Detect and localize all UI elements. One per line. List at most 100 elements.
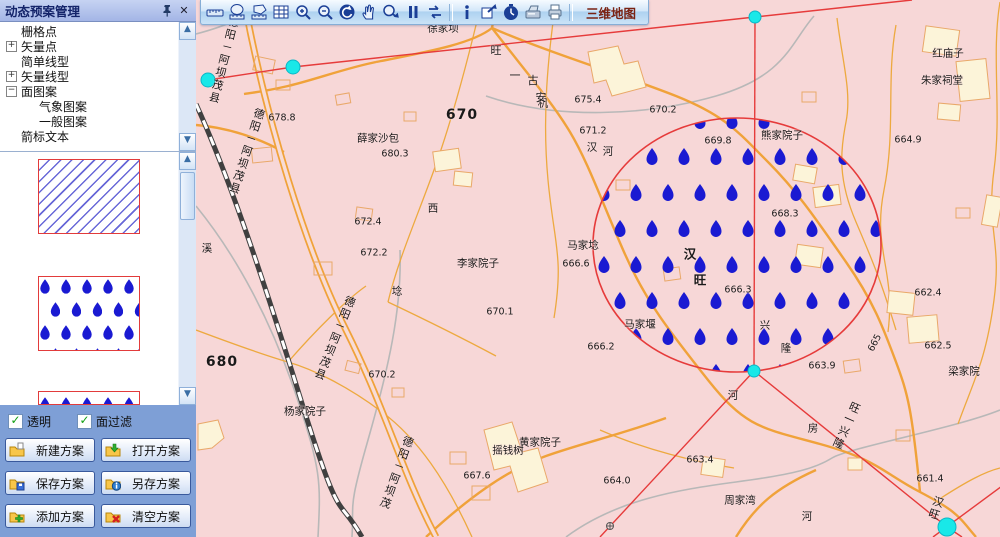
plan-button-另存方案[interactable]: 另存方案 — [101, 471, 191, 495]
panel-title: 动态预案管理 — [5, 1, 157, 20]
hatch-pattern-swatch[interactable] — [38, 159, 140, 234]
pause-button[interactable] — [403, 3, 424, 22]
folder-save-icon — [9, 475, 25, 491]
pan-hand-icon — [360, 3, 378, 21]
scanner-button[interactable] — [523, 3, 544, 22]
folder-saveas-icon — [105, 475, 121, 491]
zoom-out-button[interactable] — [315, 3, 336, 22]
tree-scrollbar[interactable]: ▲ ▼ — [178, 22, 196, 151]
previous-view-icon — [338, 3, 356, 21]
scroll-thumb[interactable] — [180, 172, 195, 220]
scroll-down-icon[interactable]: ▼ — [179, 387, 196, 405]
pan-hand-button[interactable] — [359, 3, 380, 22]
folder-clear-icon — [105, 508, 121, 524]
pattern-list — [0, 152, 178, 405]
toolbar-separator — [569, 4, 573, 21]
folder-add-icon — [9, 508, 25, 524]
checkbox-box[interactable]: ✓ — [8, 414, 23, 429]
checkbox-label: 透明 — [27, 413, 51, 430]
expand-icon[interactable]: + — [6, 41, 17, 52]
timer-button[interactable] — [501, 3, 522, 22]
collapse-icon[interactable]: − — [6, 86, 17, 97]
measure-ellipse-button[interactable] — [227, 3, 248, 22]
info-icon — [458, 3, 476, 21]
clipped-pattern-swatch[interactable] — [38, 391, 140, 405]
checkbox-box[interactable]: ✓ — [77, 414, 92, 429]
measure-ellipse-icon — [228, 3, 246, 21]
raindrop-pattern-swatch[interactable] — [38, 276, 140, 351]
plan-button-label: 新建方案 — [28, 442, 92, 459]
tree-item-简单线型[interactable]: 简单线型 — [6, 54, 178, 69]
map-canvas[interactable] — [196, 0, 1000, 537]
raindrop-preview — [39, 277, 139, 350]
scanner-icon — [524, 3, 542, 21]
scroll-down-icon[interactable]: ▼ — [179, 133, 196, 151]
tree-item-气象图案[interactable]: 气象图案 — [6, 99, 178, 114]
pause-icon — [404, 3, 422, 21]
zoom-in-icon — [294, 3, 312, 21]
expand-icon[interactable]: + — [6, 71, 17, 82]
printer-button[interactable] — [545, 3, 566, 22]
plan-button-清空方案[interactable]: 清空方案 — [101, 504, 191, 528]
tree-item-矢量点[interactable]: +矢量点 — [6, 39, 178, 54]
plan-button-label: 清空方案 — [124, 508, 188, 525]
application-window: 动态预案管理 ✕ 栅格点+矢量点简单线型+矢量线型−面图案气象图案一般图案箭标文… — [0, 0, 1000, 537]
zoom-select-button[interactable] — [381, 3, 402, 22]
checkbox-透明[interactable]: ✓ 透明 — [8, 413, 51, 430]
plan-button-保存方案[interactable]: 保存方案 — [5, 471, 95, 495]
junction-symbol — [607, 523, 614, 530]
scroll-track[interactable] — [179, 170, 196, 387]
option-checkboxes: ✓ 透明 ✓ 面过滤 — [4, 411, 192, 438]
plan-button-label: 另存方案 — [124, 475, 188, 492]
tree-item-一般图案[interactable]: 一般图案 — [6, 114, 178, 129]
clipped-preview — [39, 395, 139, 405]
plan-button-label: 保存方案 — [28, 475, 92, 492]
layer-tree: 栅格点+矢量点简单线型+矢量线型−面图案气象图案一般图案箭标文本 — [0, 22, 178, 151]
plan-button-grid: 新建方案打开方案保存方案另存方案添加方案清空方案修改参数修改属性 — [4, 438, 192, 537]
pattern-scrollbar[interactable]: ▲ ▼ — [178, 152, 196, 405]
checkbox-面过滤[interactable]: ✓ 面过滤 — [77, 413, 132, 430]
toolbar-separator — [449, 4, 453, 21]
tree-item-label: 箭标文本 — [21, 128, 69, 145]
pin-icon[interactable] — [160, 4, 174, 18]
map-3d-button[interactable]: 三维地图 — [577, 3, 645, 22]
export-button[interactable] — [479, 3, 500, 22]
hazard-zone-ellipse[interactable] — [593, 118, 881, 372]
scroll-track[interactable] — [179, 40, 196, 133]
map-toolbar: 三维地图 — [200, 0, 649, 25]
map-viewport[interactable]: 徐家坝红庙子朱家祠堂678.8675.4机薛家沙包680.3670671.2汉河… — [196, 0, 1000, 537]
tree-item-矢量线型[interactable]: +矢量线型 — [6, 69, 178, 84]
layer-tree-area: 栅格点+矢量点简单线型+矢量线型−面图案气象图案一般图案箭标文本 ▲ ▼ — [0, 22, 196, 152]
swap-arrows-icon — [426, 3, 444, 21]
checkbox-label: 面过滤 — [96, 413, 132, 430]
plan-button-label: 添加方案 — [28, 508, 92, 525]
zoom-in-button[interactable] — [293, 3, 314, 22]
plan-button-新建方案[interactable]: 新建方案 — [5, 438, 95, 462]
previous-view-button[interactable] — [337, 3, 358, 22]
plan-button-打开方案[interactable]: 打开方案 — [101, 438, 191, 462]
tree-item-箭标文本[interactable]: 箭标文本 — [6, 129, 178, 144]
folder-new-icon — [9, 442, 25, 458]
measure-polygon-button[interactable] — [249, 3, 270, 22]
timer-icon — [502, 3, 520, 21]
export-icon — [480, 3, 498, 21]
close-icon[interactable]: ✕ — [177, 4, 191, 18]
printer-icon — [546, 3, 564, 21]
measure-ruler-icon — [206, 3, 224, 21]
plan-control-panel: ✓透明✓面过滤 新建方案打开方案保存方案另存方案添加方案清空方案修改参数修改属性 — [0, 405, 196, 537]
pattern-list-area: ▲ ▼ — [0, 152, 196, 405]
measure-ruler-button[interactable] — [205, 3, 226, 22]
scroll-up-icon[interactable]: ▲ — [179, 22, 196, 40]
plan-management-panel: 动态预案管理 ✕ 栅格点+矢量点简单线型+矢量线型−面图案气象图案一般图案箭标文… — [0, 0, 197, 537]
tree-item-面图案[interactable]: −面图案 — [6, 84, 178, 99]
panel-title-bar: 动态预案管理 ✕ — [0, 0, 196, 22]
plan-button-添加方案[interactable]: 添加方案 — [5, 504, 95, 528]
scroll-up-icon[interactable]: ▲ — [179, 152, 196, 170]
measure-polygon-icon — [250, 3, 268, 21]
swap-arrows-button[interactable] — [425, 3, 446, 22]
info-button[interactable] — [457, 3, 478, 22]
plan-button-label: 打开方案 — [124, 442, 188, 459]
grid-button[interactable] — [271, 3, 292, 22]
tree-item-栅格点[interactable]: 栅格点 — [6, 24, 178, 39]
zoom-select-icon — [382, 3, 400, 21]
